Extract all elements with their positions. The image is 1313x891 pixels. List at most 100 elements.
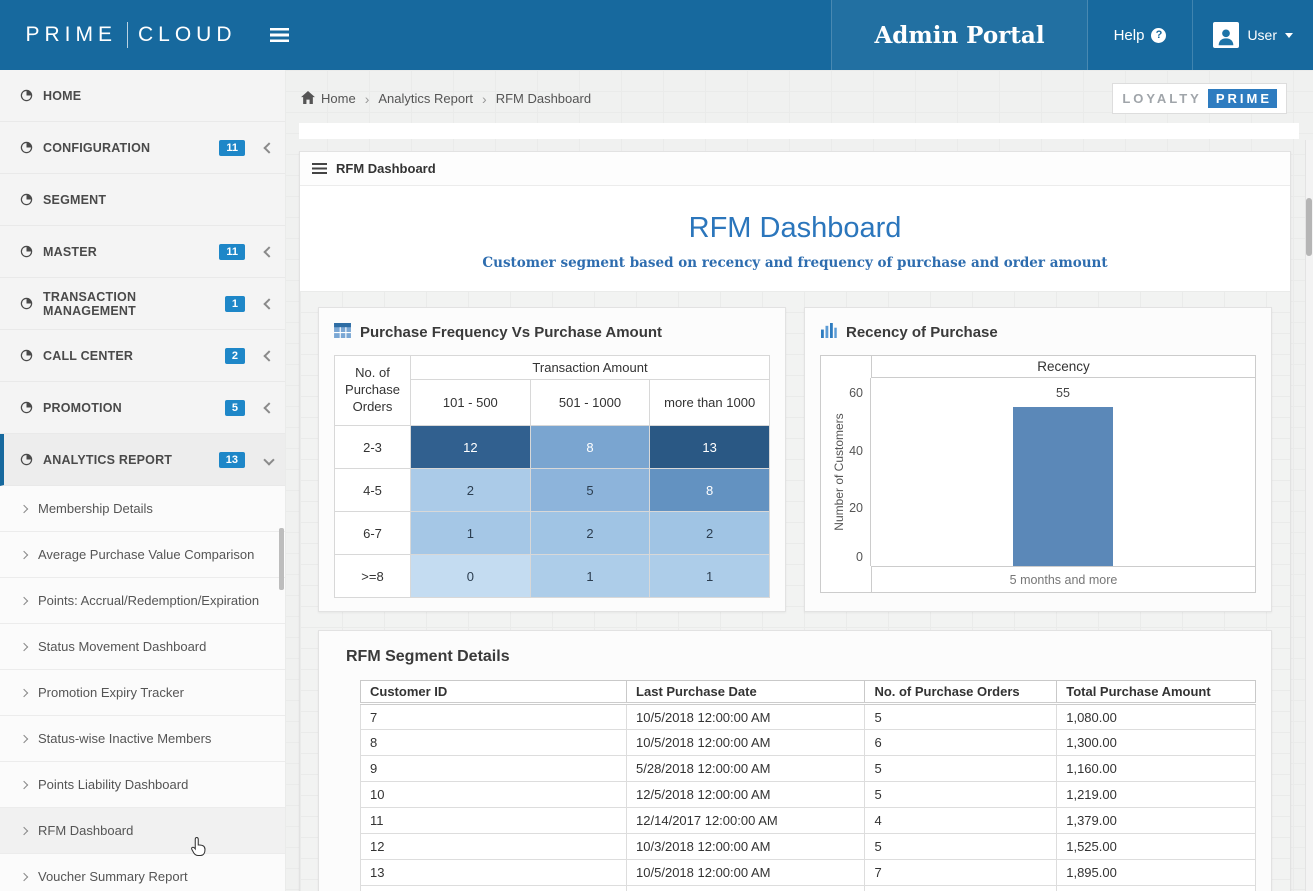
breadcrumb-item-analytics-report[interactable]: Analytics Report xyxy=(378,91,473,106)
heatmap-cell: 0 xyxy=(410,554,531,598)
recency-title-text: Recency of Purchase xyxy=(846,324,998,341)
header-spacer xyxy=(297,0,831,70)
breadcrumb-item-home[interactable]: Home xyxy=(301,90,356,107)
table-row: 10 12/5/2018 12:00:00 AM 5 1,219.00 xyxy=(359,781,1256,808)
bar-value-label: 55 xyxy=(1056,386,1070,401)
logo-text-prime: PRIME xyxy=(25,23,117,46)
recency-bar[interactable] xyxy=(1013,407,1113,566)
sidebar-item-call-center[interactable]: CALL CENTER 2 xyxy=(0,330,285,382)
table-cell: 14 xyxy=(359,885,628,891)
table-cell: 5 xyxy=(864,703,1058,730)
chevron-right-icon xyxy=(19,504,29,513)
table-cell: 7 xyxy=(359,703,628,730)
sidebar-item-analytics-report[interactable]: ANALYTICS REPORT 13 xyxy=(0,434,285,486)
sidebar-scrollbar[interactable] xyxy=(279,528,284,590)
heatmap-column-header: more than 1000 xyxy=(649,379,770,426)
details-column-header-total-purchase-amount[interactable]: Total Purchase Amount xyxy=(1056,680,1256,704)
table-cell: 9 xyxy=(359,755,628,782)
heatmap-cell: 2 xyxy=(649,511,770,555)
table-cell: 10/5/2018 12:00:00 AM xyxy=(626,859,866,886)
table-grid-icon xyxy=(334,323,351,342)
table-cell: 10/3/2018 12:00:00 AM xyxy=(626,885,866,891)
sidebar-item-home[interactable]: HOME xyxy=(0,70,285,122)
chevron-left-icon xyxy=(263,401,275,414)
heatmap-cell: 13 xyxy=(649,425,770,469)
chevron-right-icon xyxy=(19,826,29,835)
heatmap-row-label: 4-5 xyxy=(334,468,411,512)
title-section: RFM Dashboard Customer segment based on … xyxy=(300,186,1290,291)
details-column-header-last-purchase-date[interactable]: Last Purchase Date xyxy=(626,680,866,704)
details-card-title: RFM Segment Details xyxy=(346,648,510,665)
breadcrumb-item-rfm-dashboard[interactable]: RFM Dashboard xyxy=(496,91,591,106)
table-cell: 10 xyxy=(359,781,628,808)
table-row: 13 10/5/2018 12:00:00 AM 7 1,895.00 xyxy=(359,859,1256,886)
panel-menu-icon[interactable] xyxy=(312,163,327,174)
sidebar-subitem-points-liability-dashboard[interactable]: Points Liability Dashboard xyxy=(0,762,285,808)
table-cell: 6 xyxy=(864,729,1058,756)
table-cell: 10/5/2018 12:00:00 AM xyxy=(626,729,866,756)
axis-corner xyxy=(821,566,871,592)
sidebar-item-configuration[interactable]: CONFIGURATION 11 xyxy=(0,122,285,174)
table-cell: 1,219.00 xyxy=(1056,781,1256,808)
sidebar-item-master[interactable]: MASTER 11 xyxy=(0,226,285,278)
user-menu[interactable]: User xyxy=(1193,0,1313,70)
app-logo[interactable]: PRIME CLOUD xyxy=(0,0,262,70)
page-scrollbar[interactable] xyxy=(1305,140,1313,891)
table-cell: 12/5/2018 12:00:00 AM xyxy=(626,781,866,808)
rfm-segment-details-table: Customer ID Last Purchase Date No. of Purc… xyxy=(359,680,1256,891)
sidebar-subitem-label: Voucher Summary Report xyxy=(38,869,188,884)
heatmap-row-label: >=8 xyxy=(334,554,411,598)
caret-down-icon xyxy=(1285,32,1293,38)
details-column-header-no-of-purchase-orders[interactable]: No. of Purchase Orders xyxy=(864,680,1058,704)
help-question-icon: ? xyxy=(1151,27,1167,43)
table-row: 12 10/3/2018 12:00:00 AM 5 1,525.00 xyxy=(359,833,1256,860)
sidebar-subitem-label: Promotion Expiry Tracker xyxy=(38,685,184,700)
sidebar-subitem-promotion-expiry-tracker[interactable]: Promotion Expiry Tracker xyxy=(0,670,285,716)
page-scrollbar-thumb[interactable] xyxy=(1306,198,1312,256)
dashboard-icon xyxy=(20,141,33,154)
details-column-header-customer-id[interactable]: Customer ID xyxy=(359,680,628,704)
chevron-left-icon xyxy=(263,349,275,362)
dashboard-icon xyxy=(20,193,33,206)
sidebar-subitem-label: RFM Dashboard xyxy=(38,823,134,838)
table-cell: 13 xyxy=(359,859,628,886)
chevron-right-icon xyxy=(19,642,29,651)
chevron-left-icon xyxy=(263,245,275,258)
bar-chart-icon xyxy=(820,323,837,342)
y-axis-tick-label: 0 xyxy=(856,550,863,564)
sidebar-subitem-membership-details[interactable]: Membership Details xyxy=(0,486,285,532)
table-cell: 10/5/2018 12:00:00 AM xyxy=(626,703,866,730)
sidebar-toggle-button[interactable] xyxy=(262,0,297,70)
heatmap-cell: 12 xyxy=(410,425,531,469)
sidebar-subitem-rfm-dashboard[interactable]: RFM Dashboard xyxy=(0,808,285,854)
chart-plot-title: Recency xyxy=(871,356,1255,378)
dashboard-body: Purchase Frequency Vs Purchase Amount No… xyxy=(300,291,1290,891)
sidebar-item-segment[interactable]: SEGMENT xyxy=(0,174,285,226)
recency-card: Recency of Purchase Recency Number of Cu… xyxy=(804,307,1272,612)
table-cell: 8 xyxy=(359,729,628,756)
help-button[interactable]: Help ? xyxy=(1088,0,1194,70)
table-row: 7 10/5/2018 12:00:00 AM 5 1,080.00 xyxy=(359,703,1256,730)
dashboard-icon xyxy=(20,297,33,310)
sidebar-item-promotion[interactable]: PROMOTION 5 xyxy=(0,382,285,434)
breadcrumb-items: Home › Analytics Report › RFM Dashboard xyxy=(301,90,591,107)
table-cell: 1,525.00 xyxy=(1056,833,1256,860)
count-badge: 11 xyxy=(219,243,245,260)
sidebar-subitem-average-purchase-value-comparison[interactable]: Average Purchase Value Comparison xyxy=(0,532,285,578)
dashboard-icon xyxy=(20,245,33,258)
table-cell: 580.00 xyxy=(1056,885,1256,891)
sidebar-item-label: CALL CENTER xyxy=(43,348,134,363)
sidebar-item-transaction-management[interactable]: TRANSACTION MANAGEMENT 1 xyxy=(0,278,285,330)
heatmap-card-title: Purchase Frequency Vs Purchase Amount xyxy=(334,323,770,342)
sidebar-subitem-status-movement-dashboard[interactable]: Status Movement Dashboard xyxy=(0,624,285,670)
sidebar-subitem-status-wise-inactive-members[interactable]: Status-wise Inactive Members xyxy=(0,716,285,762)
heatmap-column-header: 501 - 1000 xyxy=(529,379,651,426)
table-cell: 5/28/2018 12:00:00 AM xyxy=(626,755,866,782)
table-cell: 1,160.00 xyxy=(1056,755,1256,782)
table-cell: 5 xyxy=(864,781,1058,808)
sidebar-subitem-voucher-summary-report[interactable]: Voucher Summary Report xyxy=(0,854,285,891)
rfm-segment-details-card: RFM Segment Details Customer ID Last Purc… xyxy=(318,630,1272,891)
details-header-row: Customer ID Last Purchase Date No. of Purc… xyxy=(359,680,1256,704)
sidebar-subitem-points-accrual-redemption-expiration[interactable]: Points: Accrual/Redemption/Expiration xyxy=(0,578,285,624)
count-badge: 1 xyxy=(224,295,245,312)
